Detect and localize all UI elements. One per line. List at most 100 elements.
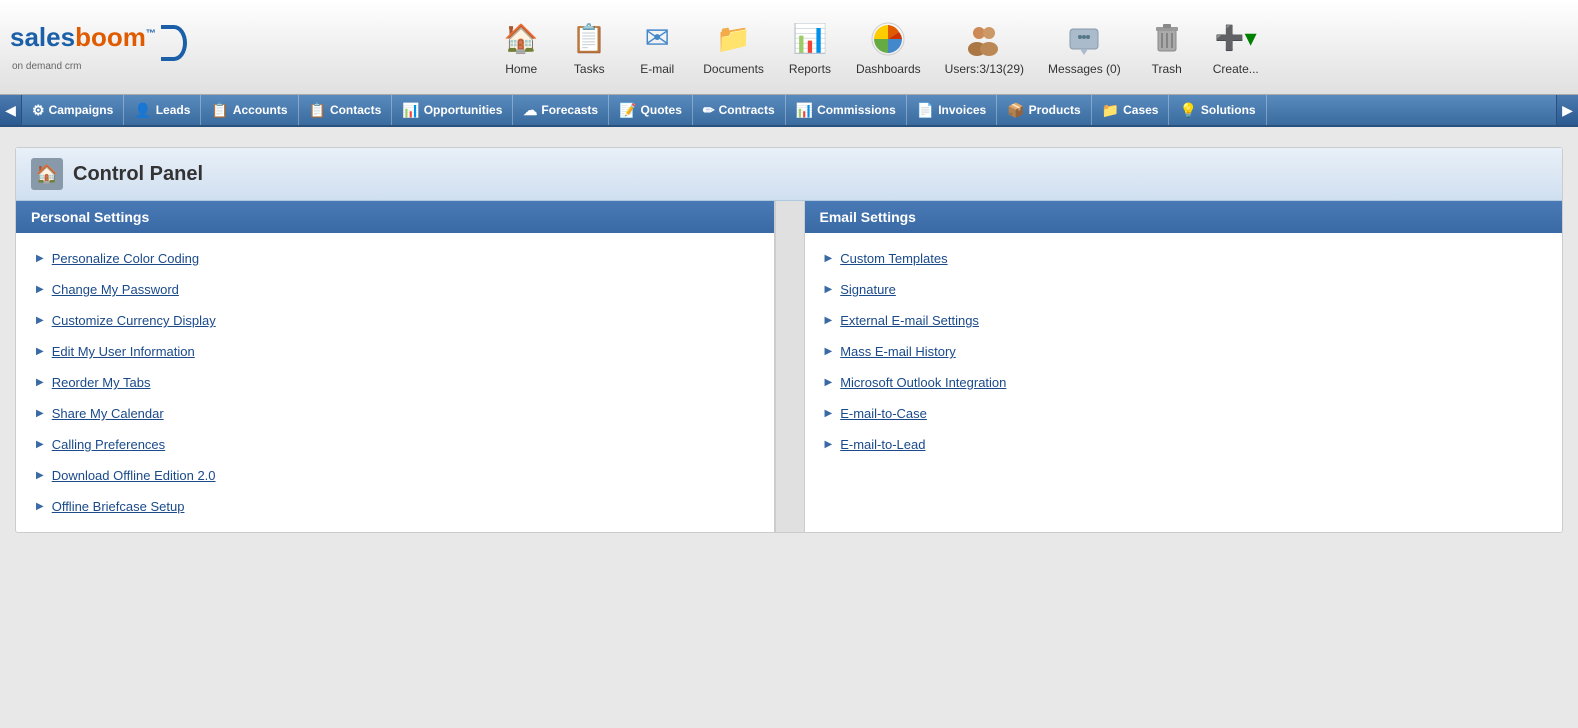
tab-accounts[interactable]: 📋 Accounts [201, 95, 298, 125]
nav-email[interactable]: ✉ E-mail [627, 14, 687, 81]
tab-products[interactable]: 📦 Products [997, 95, 1091, 125]
tabs-container: ⚙ Campaigns 👤 Leads 📋 Accounts 📋 Contact… [22, 95, 1556, 125]
tab-invoices-label: Invoices [938, 103, 986, 117]
logo-tagline: on demand crm [12, 61, 187, 72]
list-item[interactable]: ▶ E-mail-to-Case [805, 398, 1563, 429]
tab-commissions[interactable]: 📊 Commissions [786, 95, 907, 125]
arrow-icon: ▶ [825, 408, 833, 419]
documents-icon: 📁 [714, 19, 754, 59]
messages-icon [1064, 19, 1104, 59]
nav-messages[interactable]: Messages (0) [1040, 14, 1129, 81]
create-icon: ➕▾ [1216, 19, 1256, 59]
nav-documents[interactable]: 📁 Documents [695, 14, 772, 81]
arrow-icon: ▶ [825, 439, 833, 450]
personalize-color-coding-link[interactable]: Personalize Color Coding [52, 251, 199, 266]
tab-contacts-label: Contacts [330, 103, 381, 117]
tab-quotes[interactable]: 📝 Quotes [609, 95, 693, 125]
tab-cases-label: Cases [1123, 103, 1158, 117]
nav-trash[interactable]: Trash [1137, 14, 1197, 81]
arrow-icon: ▶ [36, 377, 44, 388]
nav-tasks-label: Tasks [574, 62, 605, 76]
nav-dashboards[interactable]: Dashboards [848, 14, 929, 81]
customize-currency-link[interactable]: Customize Currency Display [52, 313, 216, 328]
arrow-icon: ▶ [825, 253, 833, 264]
tab-accounts-label: Accounts [233, 103, 288, 117]
tab-opportunities[interactable]: 📊 Opportunities [392, 95, 513, 125]
list-item[interactable]: ▶ Microsoft Outlook Integration [805, 367, 1563, 398]
list-item[interactable]: ▶ Customize Currency Display [16, 305, 774, 336]
logo[interactable]: salesboom™ on demand crm [10, 22, 187, 72]
nav-email-label: E-mail [640, 62, 674, 76]
custom-templates-link[interactable]: Custom Templates [840, 251, 947, 266]
tab-quotes-label: Quotes [641, 103, 682, 117]
nav-tasks[interactable]: 📋 Tasks [559, 14, 619, 81]
nav-home-label: Home [505, 62, 537, 76]
dashboards-icon [868, 19, 908, 59]
list-item[interactable]: ▶ Offline Briefcase Setup [16, 491, 774, 522]
arrow-icon: ▶ [36, 284, 44, 295]
nav-users-label: Users:3/13(29) [945, 62, 1024, 76]
mass-email-history-link[interactable]: Mass E-mail History [840, 344, 956, 359]
arrow-icon: ▶ [36, 501, 44, 512]
offline-briefcase-link[interactable]: Offline Briefcase Setup [52, 499, 185, 514]
email-to-lead-link[interactable]: E-mail-to-Lead [840, 437, 925, 452]
tab-solutions[interactable]: 💡 Solutions [1169, 95, 1266, 125]
list-item[interactable]: ▶ Edit My User Information [16, 336, 774, 367]
list-item[interactable]: ▶ Personalize Color Coding [16, 243, 774, 274]
tab-opportunities-label: Opportunities [424, 103, 503, 117]
users-icon [964, 19, 1004, 59]
arrow-icon: ▶ [825, 346, 833, 357]
tab-scroll-right[interactable]: ▶ [1556, 95, 1578, 125]
logo-area: salesboom™ on demand crm [10, 22, 190, 72]
tab-forecasts[interactable]: ☁ Forecasts [513, 95, 609, 125]
commissions-icon: 📊 [796, 102, 813, 119]
list-item[interactable]: ▶ Signature [805, 274, 1563, 305]
leads-icon: 👤 [134, 102, 151, 119]
nav-create[interactable]: ➕▾ Create... [1205, 14, 1267, 81]
control-panel: 🏠 Control Panel Personal Settings ▶ Pers… [15, 147, 1563, 533]
email-settings-panel: Email Settings ▶ Custom Templates ▶ Sign… [805, 201, 1563, 532]
main-content: 🏠 Control Panel Personal Settings ▶ Pers… [0, 127, 1578, 727]
list-item[interactable]: ▶ Change My Password [16, 274, 774, 305]
list-item[interactable]: ▶ Calling Preferences [16, 429, 774, 460]
signature-link[interactable]: Signature [840, 282, 896, 297]
personal-settings-panel: Personal Settings ▶ Personalize Color Co… [16, 201, 775, 532]
share-calendar-link[interactable]: Share My Calendar [52, 406, 164, 421]
tab-scroll-left[interactable]: ◀ [0, 95, 22, 125]
external-email-settings-link[interactable]: External E-mail Settings [840, 313, 979, 328]
download-offline-link[interactable]: Download Offline Edition 2.0 [52, 468, 216, 483]
trash-icon [1147, 19, 1187, 59]
reorder-tabs-link[interactable]: Reorder My Tabs [52, 375, 151, 390]
list-item[interactable]: ▶ External E-mail Settings [805, 305, 1563, 336]
calling-preferences-link[interactable]: Calling Preferences [52, 437, 165, 452]
email-to-case-link[interactable]: E-mail-to-Case [840, 406, 927, 421]
campaigns-icon: ⚙ [32, 102, 45, 119]
microsoft-outlook-link[interactable]: Microsoft Outlook Integration [840, 375, 1006, 390]
tab-leads[interactable]: 👤 Leads [124, 95, 201, 125]
home-icon: 🏠 [501, 19, 541, 59]
tab-cases[interactable]: 📁 Cases [1092, 95, 1170, 125]
change-password-link[interactable]: Change My Password [52, 282, 179, 297]
list-item[interactable]: ▶ Download Offline Edition 2.0 [16, 460, 774, 491]
edit-user-info-link[interactable]: Edit My User Information [52, 344, 195, 359]
nav-users[interactable]: Users:3/13(29) [937, 14, 1032, 81]
tab-leads-label: Leads [156, 103, 191, 117]
tab-commissions-label: Commissions [817, 103, 896, 117]
tab-bar: ◀ ⚙ Campaigns 👤 Leads 📋 Accounts 📋 Conta… [0, 95, 1578, 127]
column-divider [775, 201, 805, 532]
tab-campaigns[interactable]: ⚙ Campaigns [22, 95, 124, 125]
arrow-icon: ▶ [36, 470, 44, 481]
list-item[interactable]: ▶ E-mail-to-Lead [805, 429, 1563, 460]
tab-products-label: Products [1029, 103, 1081, 117]
list-item[interactable]: ▶ Custom Templates [805, 243, 1563, 274]
list-item[interactable]: ▶ Share My Calendar [16, 398, 774, 429]
nav-home[interactable]: 🏠 Home [491, 14, 551, 81]
tab-contacts[interactable]: 📋 Contacts [299, 95, 393, 125]
nav-reports-label: Reports [789, 62, 831, 76]
list-item[interactable]: ▶ Mass E-mail History [805, 336, 1563, 367]
list-item[interactable]: ▶ Reorder My Tabs [16, 367, 774, 398]
tab-contracts[interactable]: ✏ Contracts [693, 95, 786, 125]
tab-invoices[interactable]: 📄 Invoices [907, 95, 997, 125]
nav-reports[interactable]: 📊 Reports [780, 14, 840, 81]
top-header: salesboom™ on demand crm 🏠 Home 📋 Tasks … [0, 0, 1578, 95]
